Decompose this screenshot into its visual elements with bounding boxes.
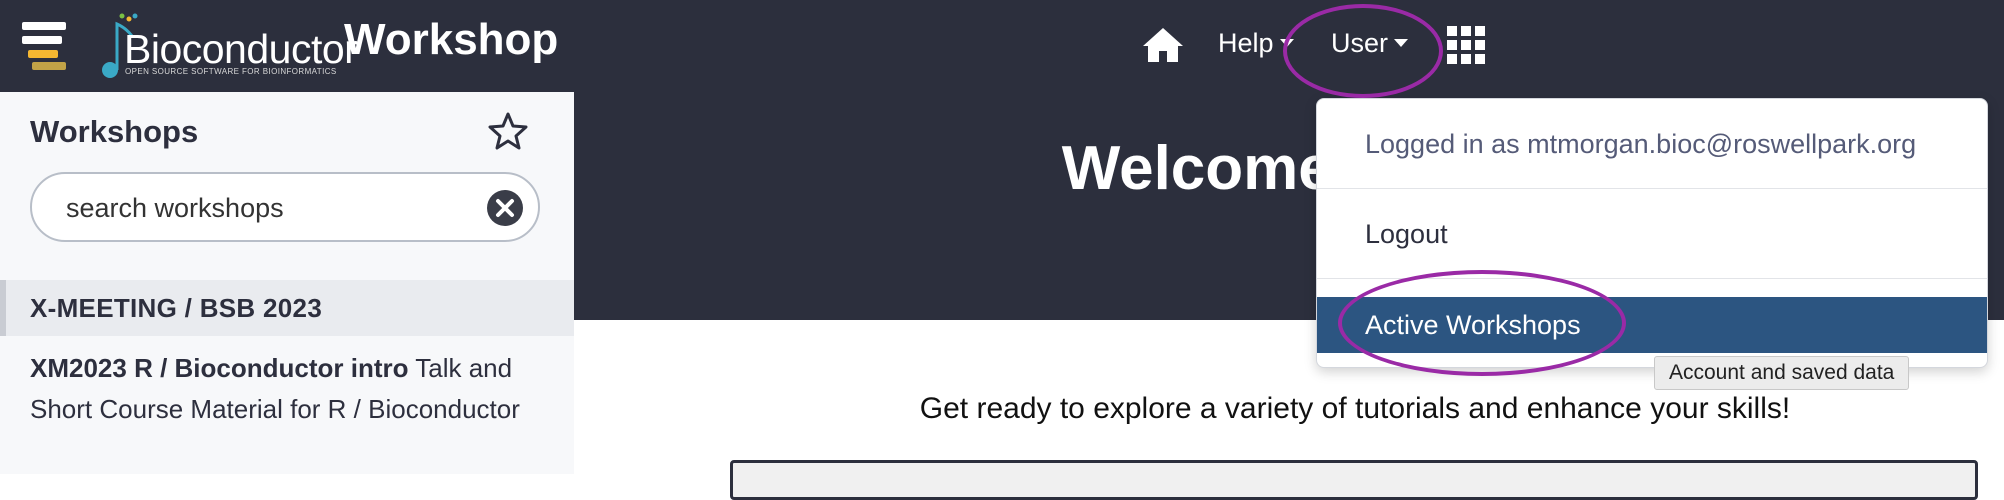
workshop-list-item[interactable]: XM2023 R / Bioconductor intro Talk and S… [30, 348, 550, 430]
logout-menu-item[interactable]: Logout [1317, 189, 1987, 279]
chevron-down-icon [1394, 38, 1409, 47]
logo-text: Bioconductor [124, 26, 358, 72]
hamburger-icon[interactable] [22, 22, 78, 70]
logo-tagline: OPEN SOURCE SOFTWARE FOR BIOINFORMATICS [125, 67, 337, 76]
chevron-down-icon [1279, 38, 1294, 47]
user-dropdown-menu: Logged in as mtmorgan.bioc@roswellpark.o… [1316, 98, 1988, 368]
logged-in-info: Logged in as mtmorgan.bioc@roswellpark.o… [1317, 99, 1987, 189]
tooltip: Account and saved data [1654, 356, 1910, 390]
sidebar: Workshops X-MEETING / BSB 2023 XM2023 R … [0, 92, 574, 474]
user-menu[interactable]: User [1331, 28, 1409, 59]
help-menu[interactable]: Help [1218, 28, 1294, 59]
brand-title[interactable]: Workshop [344, 15, 558, 65]
tagline: Get ready to explore a variety of tutori… [919, 392, 1791, 425]
workshop-title: XM2023 R / Bioconductor intro [30, 353, 409, 383]
workshop-group-header[interactable]: X-MEETING / BSB 2023 [0, 280, 574, 336]
apps-grid-icon[interactable] [1447, 26, 1485, 64]
search-box [30, 172, 540, 242]
search-input[interactable] [64, 188, 468, 228]
top-navbar: Bioconductor OPEN SOURCE SOFTWARE FOR BI… [0, 0, 2004, 92]
clear-search-icon[interactable] [486, 189, 524, 227]
star-icon[interactable] [488, 112, 528, 150]
sidebar-header: Workshops [30, 114, 199, 149]
help-label: Help [1218, 28, 1274, 58]
active-workshops-menu-item[interactable]: Active Workshops [1317, 297, 1987, 353]
home-icon[interactable] [1141, 26, 1185, 64]
user-label: User [1331, 28, 1389, 58]
group-label: X-MEETING / BSB 2023 [30, 293, 323, 323]
content-panel [730, 460, 1978, 500]
